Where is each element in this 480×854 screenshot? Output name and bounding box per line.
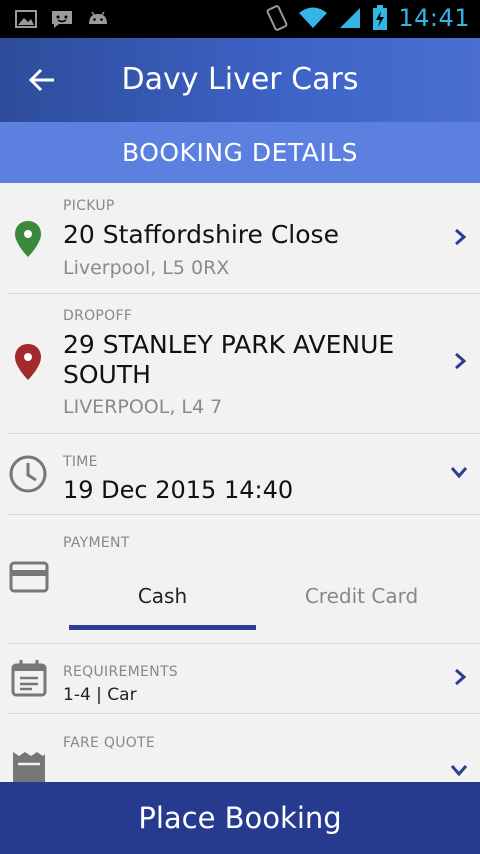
chat-notification-icon <box>52 11 72 28</box>
dropoff-city: LIVERPOOL, L4 7 <box>63 396 223 418</box>
chevron-right-icon <box>455 352 466 370</box>
status-bar: 14:41 <box>0 0 480 38</box>
app-bar: Davy Liver Cars <box>0 38 480 122</box>
pickup-address: 20 Staffordshire Close <box>63 220 339 249</box>
pickup-city: Liverpool, L5 0RX <box>63 257 230 279</box>
chevron-right-icon <box>455 668 466 686</box>
clock-icon <box>9 455 47 493</box>
place-booking-button[interactable]: Place Booking <box>0 782 480 854</box>
dropoff-row[interactable]: DROPOFF 29 STANLEY PARK AVENUE SOUTH LIV… <box>0 294 480 434</box>
wifi-icon <box>299 7 328 28</box>
signal-icon <box>340 8 361 28</box>
calendar-icon <box>11 660 47 697</box>
system-icons: 14:41 <box>266 4 470 32</box>
fare-quote-label: FARE QUOTE <box>63 735 156 751</box>
gallery-notification-icon <box>15 10 37 28</box>
dropoff-label: DROPOFF <box>63 308 133 324</box>
tab-credit-card[interactable]: Credit Card <box>263 584 460 608</box>
chevron-down-icon <box>450 765 468 776</box>
requirements-row[interactable]: REQUIREMENTS 1-4 | Car <box>0 644 480 714</box>
battery-icon <box>373 5 388 30</box>
notification-icons <box>14 8 110 30</box>
dropoff-pin-icon <box>15 344 41 380</box>
fare-quote-row[interactable]: FARE QUOTE <box>0 714 480 782</box>
time-value: 19 Dec 2015 14:40 <box>63 476 294 504</box>
dropoff-address-line2: SOUTH <box>63 360 151 389</box>
payment-row: PAYMENT Cash Credit Card <box>0 515 480 644</box>
credit-card-icon <box>9 561 49 593</box>
status-clock: 14:41 <box>398 4 470 32</box>
chevron-right-icon <box>455 228 466 246</box>
time-label: TIME <box>63 454 98 470</box>
android-notification-icon <box>89 11 107 24</box>
selected-tab-indicator <box>69 625 256 630</box>
dropoff-address-line1: 29 STANLEY PARK AVENUE <box>63 330 395 359</box>
time-row[interactable]: TIME 19 Dec 2015 14:40 <box>0 434 480 515</box>
chevron-down-icon <box>450 467 468 478</box>
requirements-value: 1-4 | Car <box>63 685 137 705</box>
payment-label: PAYMENT <box>63 535 130 551</box>
app-title: Davy Liver Cars <box>121 62 359 97</box>
receipt-icon <box>13 752 45 782</box>
requirements-label: REQUIREMENTS <box>63 664 178 680</box>
tab-cash[interactable]: Cash <box>69 584 256 608</box>
pickup-row[interactable]: PICKUP 20 Staffordshire Close Liverpool,… <box>0 183 480 294</box>
pickup-pin-icon <box>15 221 41 257</box>
section-header: BOOKING DETAILS <box>0 122 480 183</box>
pickup-label: PICKUP <box>63 198 115 214</box>
vibrate-icon <box>266 5 288 31</box>
